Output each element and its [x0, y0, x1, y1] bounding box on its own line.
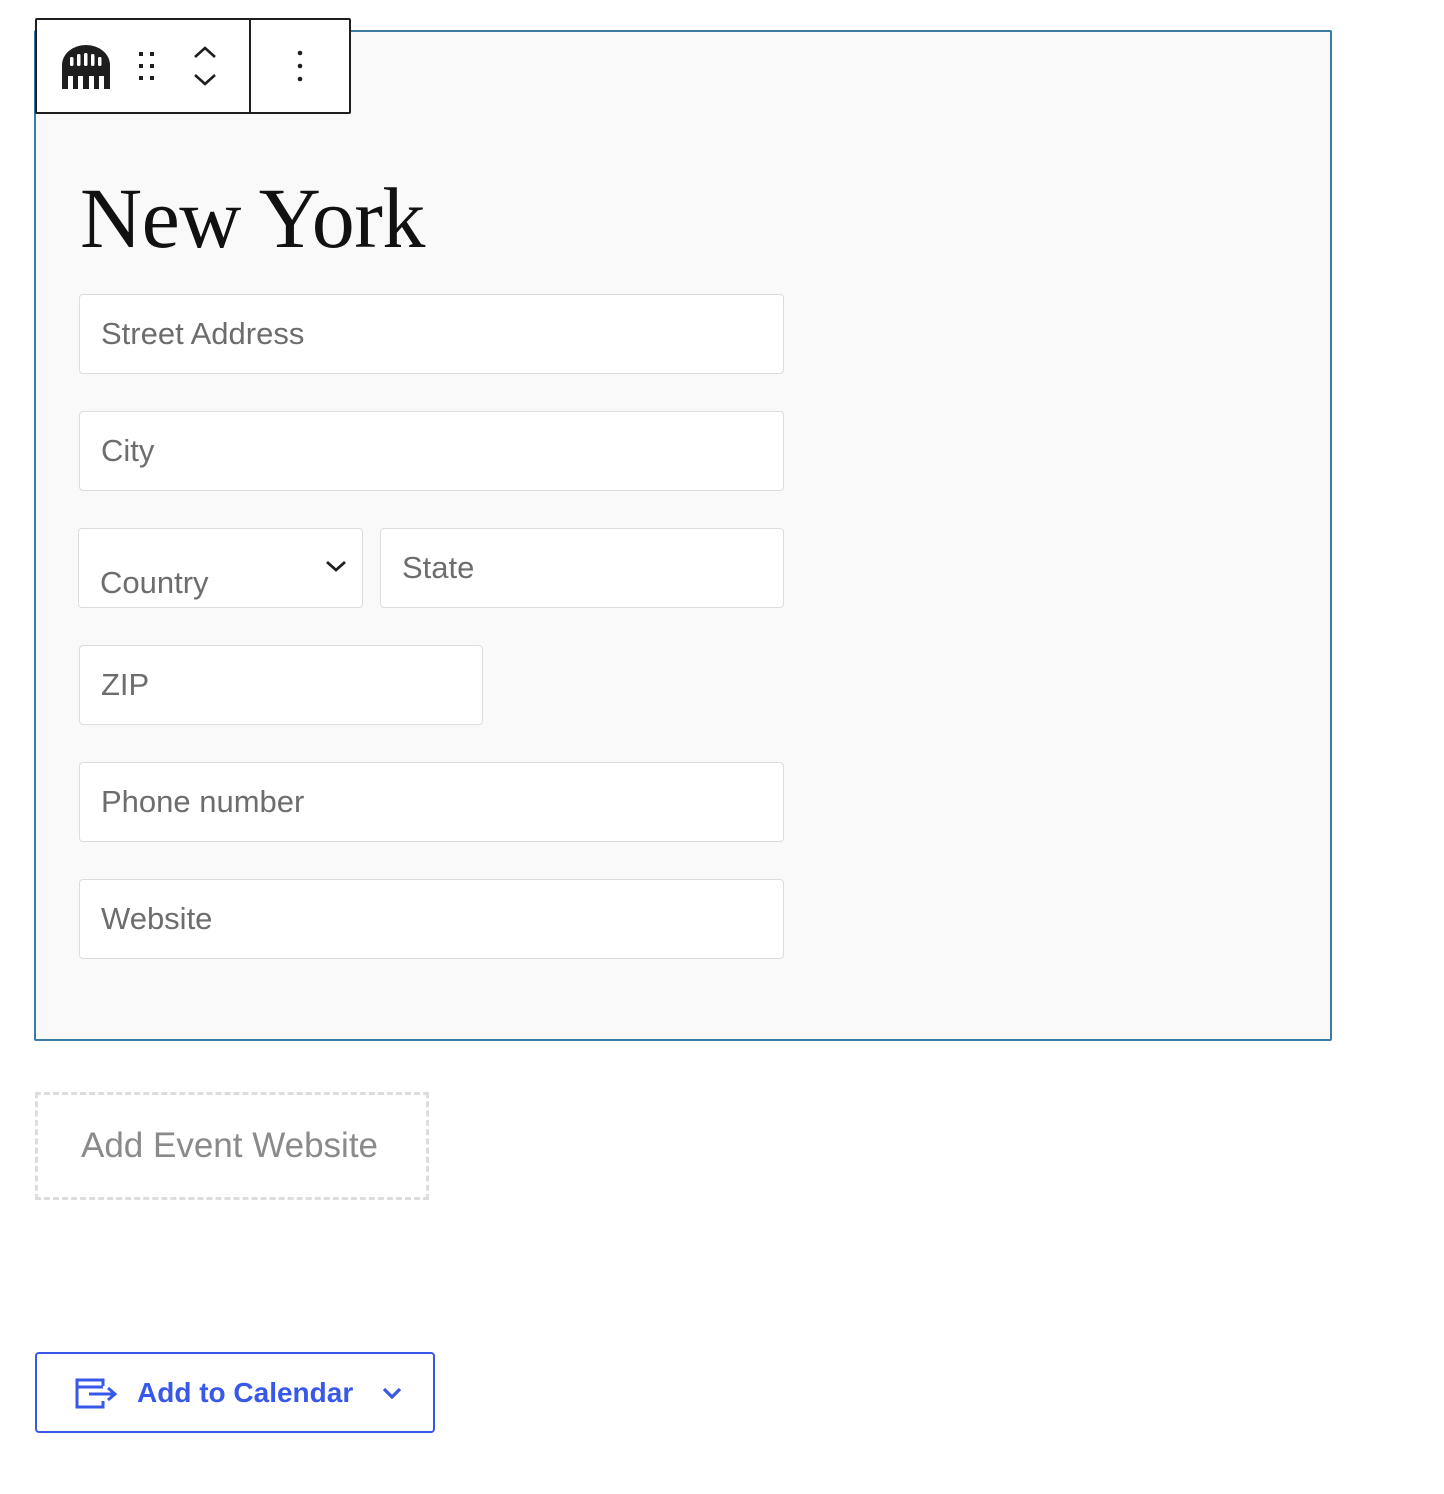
block-toolbar [35, 18, 351, 114]
venue-title[interactable]: New York [80, 168, 425, 268]
country-select[interactable]: Country [78, 528, 363, 608]
city-input[interactable] [79, 411, 784, 491]
event-website-block[interactable]: Add Event Website [35, 1092, 429, 1200]
block-toolbar-main-group [37, 20, 251, 112]
block-toolbar-options-group [251, 20, 349, 112]
chevron-down-icon [194, 74, 216, 86]
move-buttons [179, 36, 231, 96]
venue-building-icon [62, 45, 110, 89]
add-to-calendar-button[interactable]: Add to Calendar [35, 1352, 435, 1433]
calendar-export-icon [75, 1377, 119, 1409]
more-vertical-icon [297, 50, 303, 82]
drag-handle-button[interactable] [115, 36, 179, 96]
phone-input[interactable] [79, 762, 784, 842]
chevron-down-icon [324, 557, 348, 580]
move-down-button[interactable] [192, 66, 218, 94]
drag-handle-icon [139, 52, 154, 80]
country-select-value: Country [100, 565, 209, 600]
block-type-button[interactable] [57, 36, 115, 96]
chevron-up-icon [194, 46, 216, 58]
add-to-calendar-label: Add to Calendar [137, 1376, 354, 1408]
block-options-button[interactable] [280, 36, 320, 96]
zip-input[interactable] [79, 645, 483, 725]
website-input[interactable] [79, 879, 784, 959]
street-address-input[interactable] [79, 294, 784, 374]
event-website-placeholder: Add Event Website [81, 1126, 379, 1165]
move-up-button[interactable] [192, 38, 218, 66]
chevron-down-icon [381, 1386, 403, 1400]
state-input[interactable] [380, 528, 784, 608]
